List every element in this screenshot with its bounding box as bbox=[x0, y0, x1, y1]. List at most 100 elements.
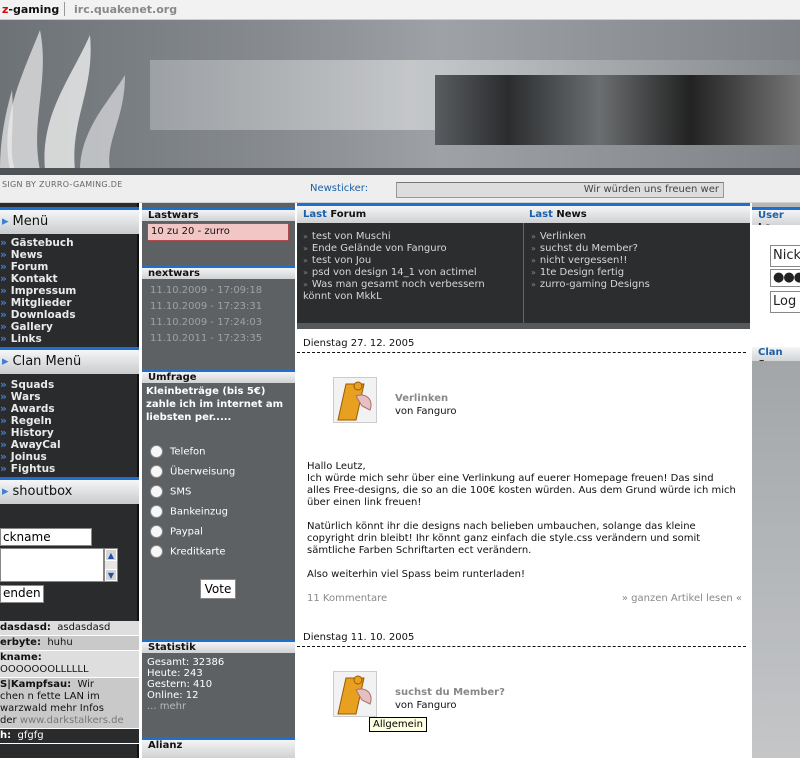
sub-bar: SIGN BY ZURRO-GAMING.DE Newsticker: Wir … bbox=[0, 175, 800, 203]
shout-message-input[interactable] bbox=[0, 548, 104, 582]
tab-last-news[interactable]: Last News bbox=[529, 209, 587, 220]
arrow-icon: » bbox=[0, 333, 7, 345]
arrow-icon: » bbox=[0, 261, 7, 273]
poll-option-bankeinzug[interactable]: Bankeinzug bbox=[150, 505, 228, 521]
shout-scrollbar[interactable]: ▲ ▼ bbox=[104, 548, 118, 582]
arrow-icon: » bbox=[0, 415, 7, 427]
middle-sidebar: Lastwars 10 zu 20 - zurro nextwars 11.10… bbox=[142, 203, 295, 758]
radio-icon[interactable] bbox=[150, 485, 163, 498]
newsticker[interactable]: Wir würden uns freuen wer bbox=[396, 182, 724, 198]
poll-option-ueberweisung[interactable]: Überweisung bbox=[150, 465, 235, 481]
article-author: von Fanguro bbox=[395, 700, 457, 711]
nextwars-list: 11.10.2009 - 17:09:18 11.10.2009 - 17:23… bbox=[142, 283, 295, 347]
shout-nickname-input[interactable]: ckname bbox=[0, 528, 92, 546]
arrow-icon: » bbox=[0, 379, 7, 391]
article-header: Verlinken von Fanguro bbox=[333, 377, 733, 437]
menu-item-gaestebuch[interactable]: » Gästebuch bbox=[0, 237, 139, 249]
vote-button[interactable]: Vote bbox=[200, 579, 236, 599]
article-date: Dienstag 27. 12. 2005 bbox=[297, 337, 746, 353]
menu-item-impressum[interactable]: » Impressum bbox=[0, 285, 139, 297]
arrow-icon: » bbox=[303, 232, 308, 241]
article-date: Dienstag 11. 10. 2005 bbox=[297, 631, 746, 647]
menu-item-forum[interactable]: » Forum bbox=[0, 261, 139, 273]
stats-list: Gesamt: 32386 Heute: 243 Gestern: 410 On… bbox=[142, 657, 295, 712]
list-item: kname: OOOOOOOLLLLLL bbox=[0, 651, 139, 678]
radio-icon[interactable] bbox=[150, 465, 163, 478]
news-item[interactable]: » 1te Design fertig bbox=[531, 267, 751, 279]
news-article: Dienstag 11. 10. 2005 suchst du Member? … bbox=[297, 631, 750, 758]
arrow-icon: » bbox=[531, 244, 536, 253]
poll-option-sms[interactable]: SMS bbox=[150, 485, 191, 501]
news-item[interactable]: » Verlinken bbox=[531, 231, 751, 243]
article-paragraph: Also weiterhin viel Spass beim runterlad… bbox=[307, 569, 526, 580]
radio-icon[interactable] bbox=[150, 525, 163, 538]
arrow-icon: » bbox=[0, 403, 7, 415]
menu-item-wars[interactable]: » Wars bbox=[0, 391, 139, 403]
news-item[interactable]: » zurro-gaming Designs bbox=[531, 279, 751, 291]
article-title[interactable]: Verlinken bbox=[395, 393, 448, 404]
login-panel: Nick ●●●● Log bbox=[752, 225, 800, 347]
scroll-down-icon[interactable]: ▼ bbox=[105, 569, 117, 581]
nickname-input[interactable]: Nick bbox=[770, 245, 800, 267]
tab-last-forum[interactable]: Last Forum bbox=[303, 209, 366, 220]
banner-artwork bbox=[435, 75, 800, 145]
shout-link[interactable]: www.darkstalkers.de bbox=[20, 715, 124, 726]
list-item: h: gfgfg bbox=[0, 729, 139, 744]
list-item[interactable]: 11.10.2009 - 17:09:18 bbox=[142, 283, 295, 299]
scroll-up-icon[interactable]: ▲ bbox=[105, 549, 117, 561]
login-button[interactable]: Log bbox=[770, 291, 800, 313]
comments-link[interactable]: 11 Kommentare bbox=[307, 593, 387, 604]
irc-link[interactable]: irc.quakenet.org bbox=[74, 3, 177, 16]
list-item[interactable]: 11.10.2009 - 17:23:31 bbox=[142, 299, 295, 315]
shout-send-button[interactable]: enden bbox=[0, 585, 44, 603]
arrow-icon: » bbox=[0, 463, 7, 475]
article-title[interactable]: suchst du Member? bbox=[395, 687, 505, 698]
menu-item-news[interactable]: » News bbox=[0, 249, 139, 261]
arrow-icon: » bbox=[0, 297, 7, 309]
menu-item-awards[interactable]: » Awards bbox=[0, 403, 139, 415]
menu-item-squads[interactable]: » Squads bbox=[0, 379, 139, 391]
lastwar-result[interactable]: 10 zu 20 - zurro bbox=[147, 223, 289, 241]
menu-item-history[interactable]: » History bbox=[0, 427, 139, 439]
menu-item-mitglieder[interactable]: » Mitglieder bbox=[0, 297, 139, 309]
forum-item[interactable]: » test von Jou bbox=[303, 255, 523, 267]
arrow-icon: » bbox=[0, 391, 7, 403]
menu-item-gallery[interactable]: » Gallery bbox=[0, 321, 139, 333]
info-logo-icon bbox=[333, 377, 377, 423]
stat-online: Online: 12 bbox=[147, 690, 199, 701]
article-paragraph: Hallo Leutz, Ich würde mich sehr über ei… bbox=[307, 461, 736, 508]
poll-option-kreditkarte[interactable]: Kreditkarte bbox=[150, 545, 226, 561]
news-item[interactable]: » suchst du Member? bbox=[531, 243, 751, 255]
password-input[interactable]: ●●●● bbox=[770, 269, 800, 287]
forum-item-wrap[interactable]: könnt von MkkL bbox=[303, 291, 523, 303]
radio-icon[interactable] bbox=[150, 445, 163, 458]
article-paragraph: Natürlich könnt ihr die designs nach bel… bbox=[307, 521, 701, 556]
site-name[interactable]: z-gaming bbox=[2, 3, 59, 16]
arrow-icon: » bbox=[0, 321, 7, 333]
radio-icon[interactable] bbox=[150, 545, 163, 558]
arrow-icon: » bbox=[0, 273, 7, 285]
menu-item-awaycal[interactable]: » AwayCal bbox=[0, 439, 139, 451]
menu-item-downloads[interactable]: » Downloads bbox=[0, 309, 139, 321]
radio-icon[interactable] bbox=[150, 505, 163, 518]
menu-item-joinus[interactable]: » Joinus bbox=[0, 451, 139, 463]
forum-item[interactable]: » Was man gesamt noch verbessern bbox=[303, 279, 523, 291]
clan-menu: » Squads » Wars » Awards » Regeln » History »… bbox=[0, 379, 139, 475]
list-item[interactable]: 11.10.2009 - 17:24:03 bbox=[142, 315, 295, 331]
forum-item[interactable]: » test von Muschi bbox=[303, 231, 523, 243]
menu-item-links[interactable]: » Links bbox=[0, 333, 139, 345]
list-item: dasdasd: asdasdasd bbox=[0, 621, 139, 636]
forum-item[interactable]: » psd von design 14_1 von actimel bbox=[303, 267, 523, 279]
left-sidebar: ▸ Menü » Gästebuch » News » Forum » Kontakt »… bbox=[0, 203, 139, 758]
stats-more-link[interactable]: ... mehr bbox=[142, 701, 295, 712]
poll-option-paypal[interactable]: Paypal bbox=[150, 525, 203, 541]
menu-item-regeln[interactable]: » Regeln bbox=[0, 415, 139, 427]
list-item[interactable]: 11.10.2011 - 17:23:35 bbox=[142, 331, 295, 347]
menu-item-kontakt[interactable]: » Kontakt bbox=[0, 273, 139, 285]
lastwars-header: Lastwars bbox=[142, 207, 295, 221]
news-item[interactable]: » nicht vergessen!! bbox=[531, 255, 751, 267]
forum-item[interactable]: » Ende Gelände von Fanguro bbox=[303, 243, 523, 255]
menu-item-fightus[interactable]: » Fightus bbox=[0, 463, 139, 475]
poll-option-telefon[interactable]: Telefon bbox=[150, 445, 205, 461]
read-more-link[interactable]: » ganzen Artikel lesen « bbox=[622, 593, 742, 604]
